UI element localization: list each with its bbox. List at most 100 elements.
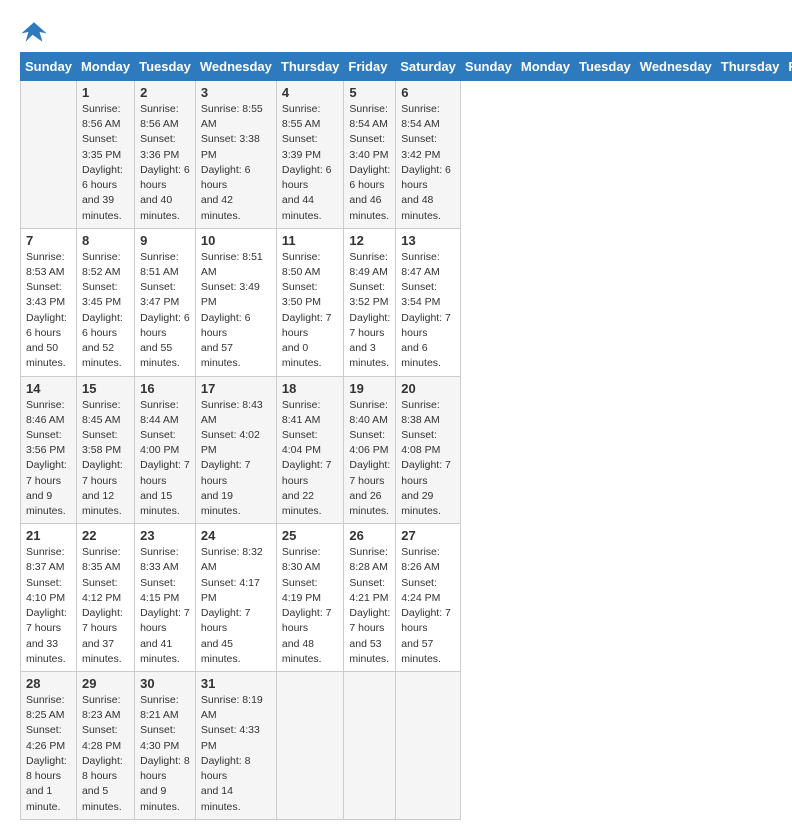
day-info: Sunrise: 8:23 AMSunset: 4:28 PMDaylight:… [82,693,129,815]
day-header-wednesday: Wednesday [195,53,276,81]
calendar-cell: 29Sunrise: 8:23 AMSunset: 4:28 PMDayligh… [76,672,134,820]
day-number: 3 [201,85,271,100]
day-info: Sunrise: 8:46 AMSunset: 3:56 PMDaylight:… [26,398,71,520]
day-info: Sunrise: 8:56 AMSunset: 3:35 PMDaylight:… [82,102,129,224]
day-number: 28 [26,676,71,691]
calendar-cell [21,81,77,229]
day-info: Sunrise: 8:32 AMSunset: 4:17 PMDaylight:… [201,545,271,667]
calendar-cell: 22Sunrise: 8:35 AMSunset: 4:12 PMDayligh… [76,524,134,672]
day-number: 14 [26,381,71,396]
calendar-cell: 9 Sunrise: 8:51 AMSunset: 3:47 PMDaylight… [135,228,196,376]
day-number: 9 [140,233,190,248]
calendar-cell: 5Sunrise: 8:54 AMSunset: 3:40 PMDaylight… [344,81,396,229]
day-number: 4 [282,85,339,100]
day-header-friday: Friday [344,53,396,81]
calendar-cell: 1 Sunrise: 8:56 AMSunset: 3:35 PMDaylight… [76,81,134,229]
day-header-sunday: Sunday [21,53,77,81]
day-info: Sunrise: 8:26 AMSunset: 4:24 PMDaylight:… [401,545,455,667]
day-header-thursday: Thursday [276,53,344,81]
day-number: 31 [201,676,271,691]
day-info: Sunrise: 8:45 AMSunset: 3:58 PMDaylight:… [82,398,129,520]
day-info: Sunrise: 8:30 AMSunset: 4:19 PMDaylight:… [282,545,339,667]
calendar-cell: 12Sunrise: 8:49 AMSunset: 3:52 PMDayligh… [344,228,396,376]
day-info: Sunrise: 8:55 AMSunset: 3:38 PMDaylight:… [201,102,271,224]
day-header-monday: Monday [516,53,574,81]
calendar-cell: 14 Sunrise: 8:46 AMSunset: 3:56 PMDayligh… [21,376,77,524]
day-number: 25 [282,528,339,543]
calendar-cell: 21Sunrise: 8:37 AMSunset: 4:10 PMDayligh… [21,524,77,672]
calendar-cell: 15 Sunrise: 8:45 AMSunset: 3:58 PMDayligh… [76,376,134,524]
day-info: Sunrise: 8:25 AMSunset: 4:26 PMDaylight:… [26,693,71,815]
page-header [20,10,772,46]
day-info: Sunrise: 8:37 AMSunset: 4:10 PMDaylight:… [26,545,71,667]
day-header-friday: Friday [784,53,792,81]
day-info: Sunrise: 8:56 AMSunset: 3:36 PMDaylight:… [140,102,190,224]
day-info: Sunrise: 8:51 AMSunset: 3:49 PMDaylight:… [201,250,271,372]
day-info: Sunrise: 8:33 AMSunset: 4:15 PMDaylight:… [140,545,190,667]
calendar-cell: 27 Sunrise: 8:26 AMSunset: 4:24 PMDayligh… [396,524,461,672]
day-number: 24 [201,528,271,543]
day-number: 13 [401,233,455,248]
calendar-cell: 11Sunrise: 8:50 AMSunset: 3:50 PMDayligh… [276,228,344,376]
calendar-cell [276,672,344,820]
day-info: Sunrise: 8:53 AMSunset: 3:43 PMDaylight:… [26,250,71,372]
day-number: 20 [401,381,455,396]
calendar-header-row: SundayMondayTuesdayWednesdayThursdayFrid… [21,53,792,81]
day-number: 26 [349,528,390,543]
day-number: 10 [201,233,271,248]
day-number: 19 [349,381,390,396]
day-info: Sunrise: 8:54 AMSunset: 3:40 PMDaylight:… [349,102,390,224]
calendar-week-row: 1 Sunrise: 8:56 AMSunset: 3:35 PMDaylight… [21,81,792,229]
day-info: Sunrise: 8:41 AMSunset: 4:04 PMDaylight:… [282,398,339,520]
day-info: Sunrise: 8:55 AMSunset: 3:39 PMDaylight:… [282,102,339,224]
logo [20,18,52,46]
calendar-cell [396,672,461,820]
calendar-cell: 8 Sunrise: 8:52 AMSunset: 3:45 PMDaylight… [76,228,134,376]
day-header-thursday: Thursday [716,53,784,81]
calendar-cell: 28 Sunrise: 8:25 AMSunset: 4:26 PMDayligh… [21,672,77,820]
day-info: Sunrise: 8:47 AMSunset: 3:54 PMDaylight:… [401,250,455,372]
calendar-cell: 25 Sunrise: 8:30 AMSunset: 4:19 PMDayligh… [276,524,344,672]
calendar-cell: 31 Sunrise: 8:19 AMSunset: 4:33 PMDayligh… [195,672,276,820]
day-number: 16 [140,381,190,396]
calendar-table: SundayMondayTuesdayWednesdayThursdayFrid… [20,52,792,820]
day-info: Sunrise: 8:52 AMSunset: 3:45 PMDaylight:… [82,250,129,372]
day-header-saturday: Saturday [396,53,461,81]
day-info: Sunrise: 8:38 AMSunset: 4:08 PMDaylight:… [401,398,455,520]
day-info: Sunrise: 8:51 AMSunset: 3:47 PMDaylight:… [140,250,190,372]
calendar-cell: 19 Sunrise: 8:40 AMSunset: 4:06 PMDayligh… [344,376,396,524]
day-number: 27 [401,528,455,543]
day-number: 30 [140,676,190,691]
day-header-monday: Monday [76,53,134,81]
day-number: 22 [82,528,129,543]
day-number: 7 [26,233,71,248]
day-number: 18 [282,381,339,396]
day-number: 8 [82,233,129,248]
calendar-cell: 7 Sunrise: 8:53 AMSunset: 3:43 PMDaylight… [21,228,77,376]
day-number: 23 [140,528,190,543]
calendar-cell: 13 Sunrise: 8:47 AMSunset: 3:54 PMDayligh… [396,228,461,376]
calendar-cell: 2 Sunrise: 8:56 AMSunset: 3:36 PMDaylight… [135,81,196,229]
day-info: Sunrise: 8:28 AMSunset: 4:21 PMDaylight:… [349,545,390,667]
day-info: Sunrise: 8:19 AMSunset: 4:33 PMDaylight:… [201,693,271,815]
day-header-tuesday: Tuesday [135,53,196,81]
calendar-cell: 10 Sunrise: 8:51 AMSunset: 3:49 PMDayligh… [195,228,276,376]
day-number: 15 [82,381,129,396]
calendar-cell: 24 Sunrise: 8:32 AMSunset: 4:17 PMDayligh… [195,524,276,672]
calendar-week-row: 14 Sunrise: 8:46 AMSunset: 3:56 PMDayligh… [21,376,792,524]
calendar-cell: 30Sunrise: 8:21 AMSunset: 4:30 PMDayligh… [135,672,196,820]
calendar-cell: 23 Sunrise: 8:33 AMSunset: 4:15 PMDayligh… [135,524,196,672]
day-info: Sunrise: 8:43 AMSunset: 4:02 PMDaylight:… [201,398,271,520]
day-number: 2 [140,85,190,100]
calendar-cell: 26 Sunrise: 8:28 AMSunset: 4:21 PMDayligh… [344,524,396,672]
calendar-cell: 6Sunrise: 8:54 AMSunset: 3:42 PMDaylight… [396,81,461,229]
calendar-cell: 17Sunrise: 8:43 AMSunset: 4:02 PMDayligh… [195,376,276,524]
calendar-week-row: 21Sunrise: 8:37 AMSunset: 4:10 PMDayligh… [21,524,792,672]
day-info: Sunrise: 8:40 AMSunset: 4:06 PMDaylight:… [349,398,390,520]
day-info: Sunrise: 8:54 AMSunset: 3:42 PMDaylight:… [401,102,455,224]
calendar-week-row: 7 Sunrise: 8:53 AMSunset: 3:43 PMDaylight… [21,228,792,376]
day-number: 1 [82,85,129,100]
calendar-cell: 20 Sunrise: 8:38 AMSunset: 4:08 PMDayligh… [396,376,461,524]
calendar-cell: 3 Sunrise: 8:55 AMSunset: 3:38 PMDaylight… [195,81,276,229]
day-info: Sunrise: 8:50 AMSunset: 3:50 PMDaylight:… [282,250,339,372]
